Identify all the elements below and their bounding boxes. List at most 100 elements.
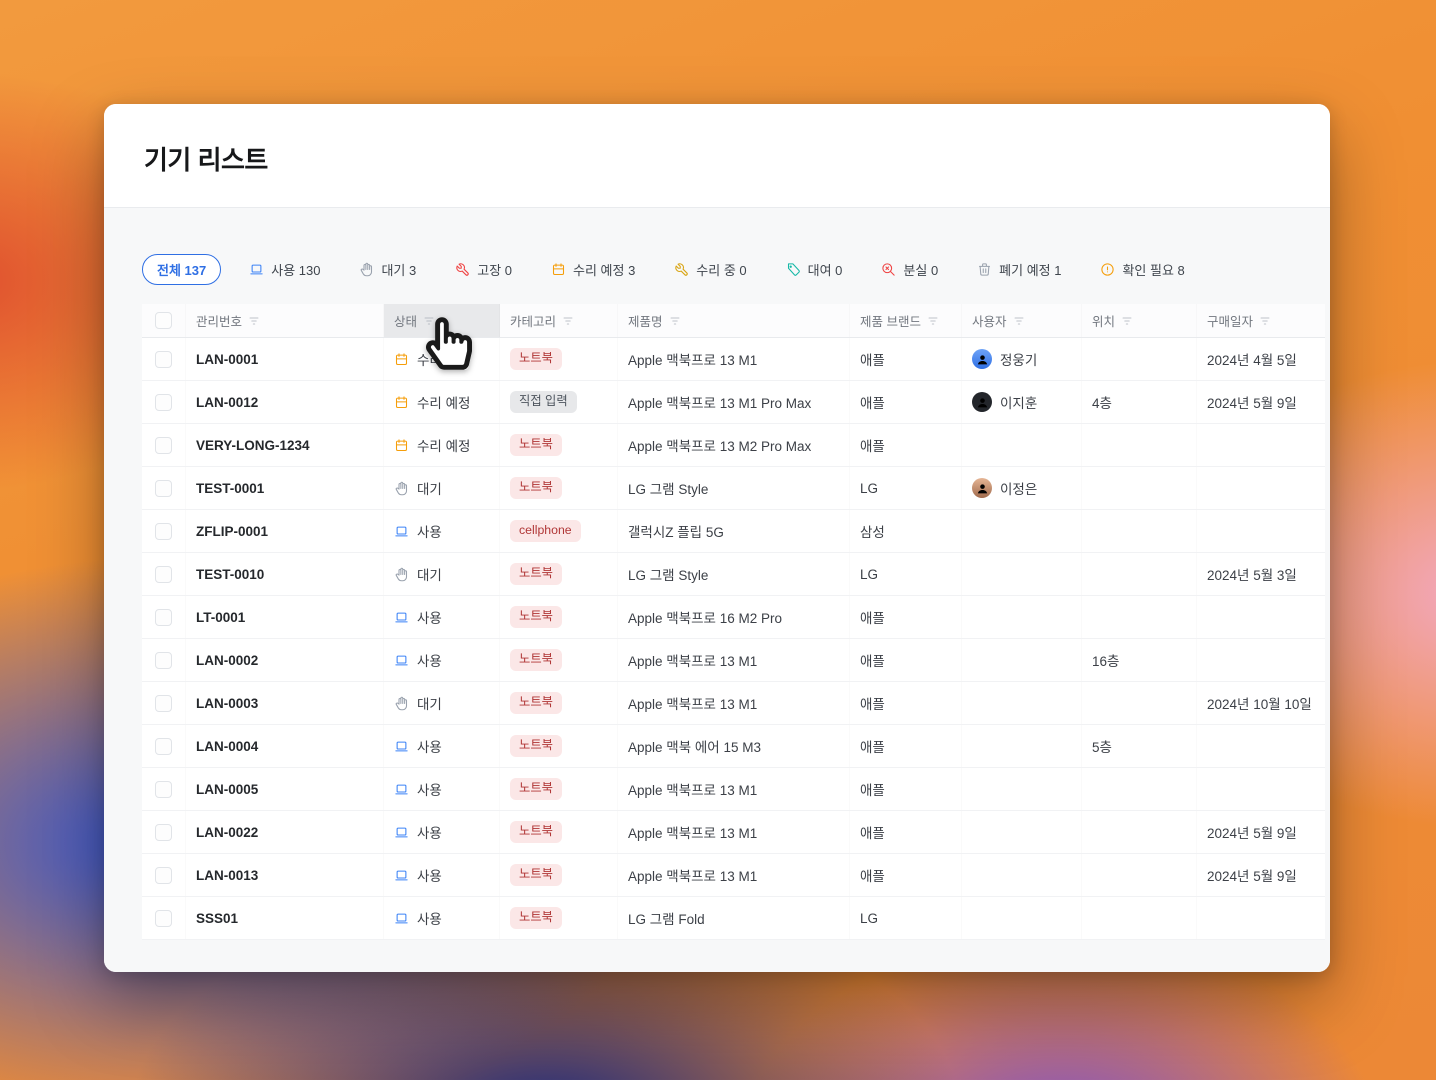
purchase-date [1197,897,1325,939]
product-name: LG 그램 Fold [628,912,705,927]
location [1082,596,1197,638]
row-checkbox[interactable] [155,651,172,669]
filter-chip[interactable]: 사용 130 [238,254,331,285]
column-header[interactable]: 상태 [384,304,500,337]
row-checkbox-cell [142,338,186,380]
device-id: LAN-0002 [196,652,259,668]
user-cell [962,682,1082,724]
filter-funnel-icon[interactable] [1013,315,1025,327]
table-row[interactable]: LAN-0012 수리 예정 직접 입력 Apple 맥북프로 13 M1 Pr… [142,381,1325,424]
table-row[interactable]: LT-0001 사용 노트북 Apple 맥북프로 16 M2 Pro 애플 [142,596,1325,639]
table-row[interactable]: LAN-0001 수리 예정 노트북 Apple 맥북프로 13 M1 애플 정… [142,338,1325,381]
table-row[interactable]: LAN-0005 사용 노트북 Apple 맥북프로 13 M1 애플 [142,768,1325,811]
column-header[interactable]: 제품 브랜드 [850,304,962,337]
device-status: 사용 [384,510,500,552]
filter-chip[interactable]: 수리 예정 3 [540,254,646,285]
column-header[interactable]: 카테고리 [500,304,618,337]
category-cell: 노트북 [500,553,618,595]
hand-icon [394,696,409,711]
location [1082,811,1197,853]
purchase-date: 2024년 10월 10일 [1207,697,1312,712]
table-row[interactable]: LAN-0002 사용 노트북 Apple 맥북프로 13 M1 애플 16층 [142,639,1325,682]
table-row[interactable]: LAN-0004 사용 노트북 Apple 맥북 에어 15 M3 애플 5층 [142,725,1325,768]
filter-funnel-icon[interactable] [423,315,435,327]
filter-bar: 전체 137 사용 130 대기 3 고장 0 수리 예정 3 수리 중 0 대… [142,253,1290,285]
user-cell: 이정은 [962,467,1082,509]
category-badge: 노트북 [510,606,562,628]
purchase-date [1197,424,1325,466]
filter-funnel-icon[interactable] [562,315,574,327]
row-checkbox[interactable] [155,393,172,411]
row-checkbox[interactable] [155,565,172,583]
row-checkbox[interactable] [155,436,172,454]
row-checkbox[interactable] [155,522,172,540]
row-checkbox[interactable] [155,780,172,798]
location [1082,897,1197,939]
filter-chip[interactable]: 폐기 예정 1 [966,254,1072,285]
filter-funnel-icon[interactable] [1259,315,1271,327]
column-header[interactable]: 구매일자 [1197,304,1325,337]
category-cell: 노트북 [500,682,618,724]
device-status: 수리 예정 [384,424,500,466]
purchase-date: 2024년 5월 9일 [1207,826,1297,841]
filter-chip[interactable]: 고장 0 [444,254,523,285]
row-checkbox[interactable] [155,866,172,884]
row-checkbox-cell [142,725,186,767]
filter-funnel-icon[interactable] [248,315,260,327]
user-cell [962,639,1082,681]
user-name: 이지훈 [1000,396,1038,411]
status-label: 대기 [417,568,442,583]
device-id: LAN-0001 [196,351,259,367]
filter-chip[interactable]: 전체 137 [142,253,222,285]
filter-chip[interactable]: 수리 중 0 [663,254,757,285]
column-header[interactable]: 위치 [1082,304,1197,337]
product-name: Apple 맥북프로 13 M1 [628,654,758,669]
table-row[interactable]: LAN-0013 사용 노트북 Apple 맥북프로 13 M1 애플 2024… [142,854,1325,897]
filter-funnel-icon[interactable] [1121,315,1133,327]
category-badge: 노트북 [510,735,562,757]
filter-funnel-icon[interactable] [927,315,939,327]
brand: 애플 [860,869,885,884]
status-label: 사용 [417,826,442,841]
table-row[interactable]: SSS01 사용 노트북 LG 그램 Fold LG [142,897,1325,940]
filter-chip[interactable]: 확인 필요 8 [1089,254,1195,285]
avatar [972,392,992,412]
row-checkbox-cell [142,467,186,509]
row-checkbox[interactable] [155,737,172,755]
purchase-date [1197,768,1325,810]
filter-chip[interactable]: 분실 0 [870,254,949,285]
row-checkbox-cell [142,854,186,896]
column-header-label: 카테고리 [510,315,557,329]
avatar [972,478,992,498]
user-cell [962,768,1082,810]
row-checkbox[interactable] [155,350,172,368]
row-checkbox[interactable] [155,694,172,712]
table-row[interactable]: TEST-0010 대기 노트북 LG 그램 Style LG 2024년 5월… [142,553,1325,596]
table-row[interactable]: ZFLIP-0001 사용 cellphone 갤럭시Z 플립 5G 삼성 [142,510,1325,553]
brand: LG [860,566,879,582]
laptop-icon [394,610,409,625]
table-row[interactable]: LAN-0022 사용 노트북 Apple 맥북프로 13 M1 애플 2024… [142,811,1325,854]
column-header[interactable]: 사용자 [962,304,1082,337]
hand-icon [359,262,374,277]
category-badge: 노트북 [510,477,562,499]
table-row[interactable]: VERY-LONG-1234 수리 예정 노트북 Apple 맥북프로 13 M… [142,424,1325,467]
select-all-checkbox[interactable] [155,312,172,329]
table-row[interactable]: LAN-0003 대기 노트북 Apple 맥북프로 13 M1 애플 2024… [142,682,1325,725]
column-header[interactable]: 제품명 [618,304,850,337]
filter-chip[interactable]: 대기 3 [348,254,427,285]
filter-funnel-icon[interactable] [669,315,681,327]
filter-chip[interactable]: 대여 0 [775,254,854,285]
brand: 삼성 [860,525,885,540]
row-checkbox[interactable] [155,823,172,841]
column-header[interactable]: 관리번호 [186,304,384,337]
location [1082,338,1197,380]
row-checkbox[interactable] [155,909,172,927]
device-id: LAN-0012 [196,394,259,410]
device-status: 대기 [384,553,500,595]
user-cell: 이지훈 [962,381,1082,423]
row-checkbox[interactable] [155,608,172,626]
brand: 애플 [860,353,885,368]
row-checkbox[interactable] [155,479,172,497]
table-row[interactable]: TEST-0001 대기 노트북 LG 그램 Style LG 이정은 [142,467,1325,510]
